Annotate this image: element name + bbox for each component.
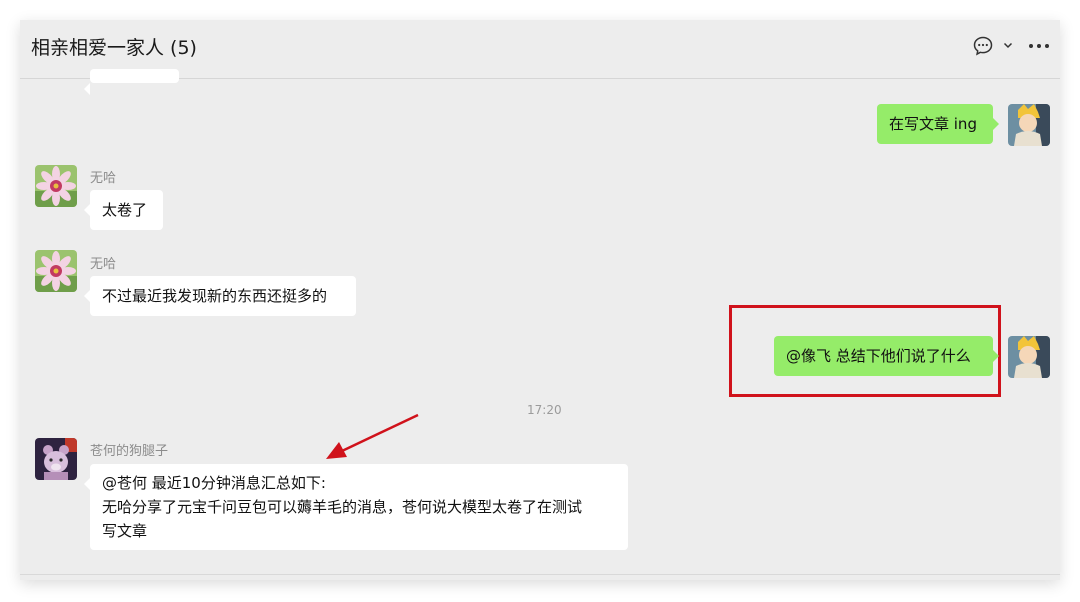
self-avatar[interactable] (1008, 104, 1050, 146)
message-text: 太卷了 (102, 201, 148, 219)
input-divider (20, 574, 1060, 575)
sender-name: 无哈 (90, 257, 117, 272)
contact-avatar-bear[interactable] (35, 438, 77, 480)
message-text: 不过最近我发现新的东西还挺多的 (102, 287, 328, 305)
chat-bubble-icon[interactable] (972, 35, 994, 57)
partial-message-bubble (84, 69, 179, 95)
chevron-down-icon[interactable] (1002, 39, 1014, 51)
message-line: 写文章 (102, 522, 148, 540)
message-text: 在写文章 ing (889, 115, 977, 133)
annotation-arrow (326, 413, 419, 459)
message-bubble[interactable]: 在写文章 ing (877, 104, 999, 144)
timestamp: 17:20 (527, 403, 562, 417)
message-bubble[interactable]: @苍何 最近10分钟消息汇总如下: 无哈分享了元宝千问豆包可以薅羊毛的消息，苍何… (84, 464, 628, 550)
sender-name: 无哈 (90, 171, 117, 186)
self-avatar[interactable] (1008, 336, 1050, 378)
chat-window: 相亲相爱一家人 (5) 在写文章 ing 无哈 太卷了 无哈 不过最近我发现新的… (20, 20, 1060, 580)
sender-name: 苍何的狗腿子 (90, 444, 169, 459)
message-line: 无哈分享了元宝千问豆包可以薅羊毛的消息，苍何说大模型太卷了在测试 (102, 498, 583, 516)
message-bubble[interactable]: 不过最近我发现新的东西还挺多的 (84, 276, 356, 316)
contact-avatar-flower[interactable] (35, 165, 77, 207)
message-list[interactable]: 在写文章 ing 无哈 太卷了 无哈 不过最近我发现新的东西还挺多的 @像飞 总… (20, 69, 1060, 574)
more-icon[interactable] (1026, 35, 1052, 57)
contact-avatar-flower[interactable] (35, 250, 77, 292)
message-line: @苍何 最近10分钟消息汇总如下: (102, 474, 326, 492)
chat-title: 相亲相爱一家人 (5) (31, 37, 197, 59)
message-text: @像飞 总结下他们说了什么 (786, 347, 971, 365)
message-bubble[interactable]: @像飞 总结下他们说了什么 (774, 336, 999, 376)
message-bubble[interactable]: 太卷了 (84, 190, 163, 230)
